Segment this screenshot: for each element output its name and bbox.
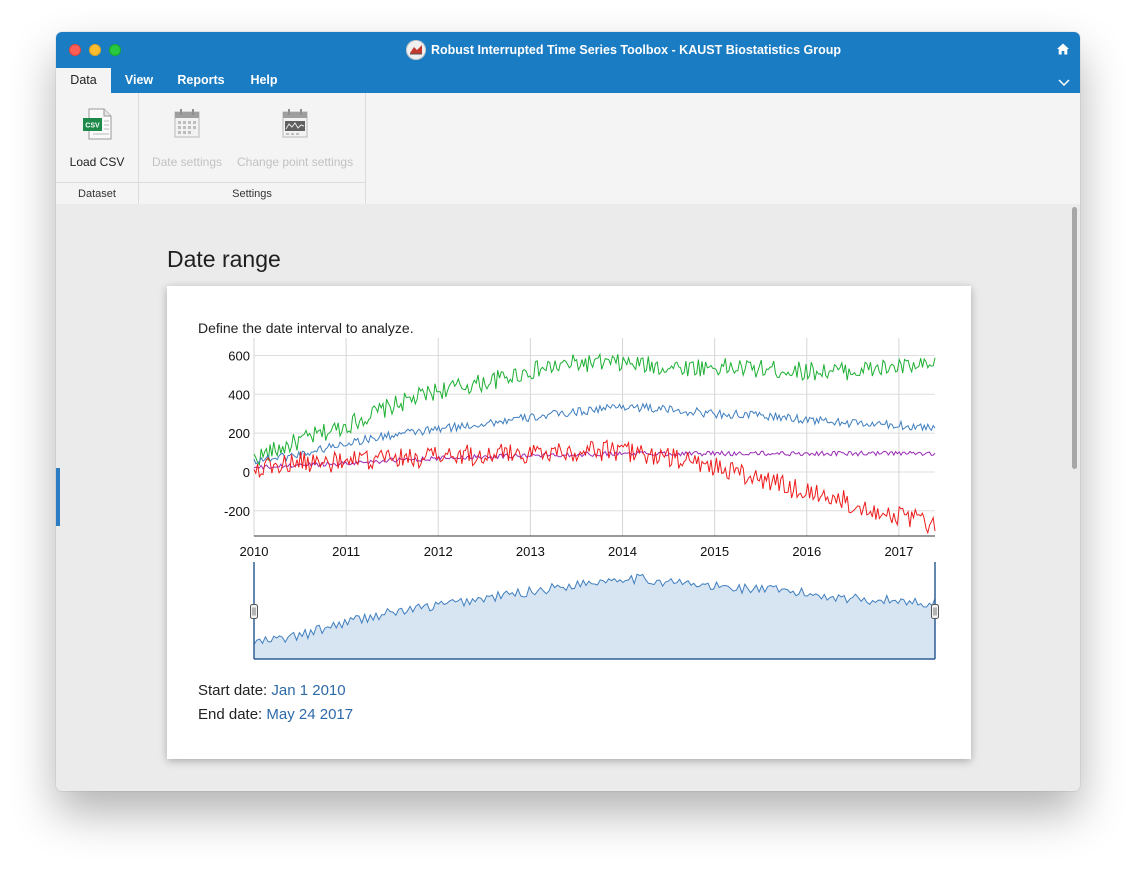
tab-reports[interactable]: Reports [173, 68, 229, 93]
tab-view[interactable]: View [114, 68, 164, 93]
collapse-ribbon-icon[interactable] [1058, 74, 1070, 87]
vertical-scrollbar[interactable] [1069, 204, 1080, 791]
end-date-label: End date: [198, 706, 263, 723]
change-point-settings-label: Change point settings [237, 155, 354, 169]
group-label-dataset: Dataset [78, 188, 116, 200]
navigator-left-handle[interactable] [250, 604, 258, 619]
start-date-value[interactable]: Jan 1 2010 [271, 682, 345, 699]
x-tick-label: 2015 [700, 544, 729, 559]
maximize-window-button[interactable] [109, 44, 121, 56]
date-settings-label: Date settings [151, 155, 223, 169]
svg-text:CSV: CSV [85, 123, 100, 130]
left-accent-bar [56, 468, 60, 526]
app-logo-icon [406, 40, 426, 60]
y-tick-label: 600 [228, 348, 250, 363]
tab-data[interactable]: Data [56, 68, 111, 93]
ribbon-divider [365, 93, 366, 204]
x-tick-label: 2016 [792, 544, 821, 559]
load-csv-button[interactable]: CSV Load CSV [66, 107, 128, 169]
y-tick-label: 400 [228, 387, 250, 402]
x-tick-label: 2010 [240, 544, 269, 559]
end-date-row: End date: May 24 2017 [198, 706, 353, 723]
section-title: Date range [167, 246, 281, 272]
scrollbar-thumb[interactable] [1072, 207, 1077, 469]
x-tick-label: 2012 [424, 544, 453, 559]
calendar-icon [174, 109, 200, 138]
home-icon[interactable] [1056, 42, 1070, 56]
group-label-settings: Settings [232, 188, 272, 200]
change-point-settings-button[interactable]: Change point settings [237, 107, 353, 169]
app-window: Robust Interrupted Time Series Toolbox -… [56, 32, 1080, 791]
x-tick-label: 2011 [332, 544, 360, 559]
y-tick-label: -200 [224, 504, 250, 519]
calendar-changepoint-icon [282, 109, 308, 138]
x-tick-label: 2017 [884, 544, 913, 559]
start-date-label: Start date: [198, 682, 268, 699]
start-date-row: Start date: Jan 1 2010 [198, 682, 346, 699]
navigator-area [254, 574, 935, 659]
y-tick-label: 0 [243, 465, 250, 480]
minimize-window-button[interactable] [89, 44, 101, 56]
series-line [253, 352, 936, 467]
x-tick-label: 2014 [608, 544, 637, 559]
navigator-right-handle[interactable] [931, 604, 939, 619]
window-title: Robust Interrupted Time Series Toolbox -… [431, 43, 841, 57]
title-bar: Robust Interrupted Time Series Toolbox -… [56, 32, 1080, 68]
y-tick-label: 200 [228, 426, 250, 441]
end-date-value[interactable]: May 24 2017 [266, 706, 353, 723]
x-tick-label: 2013 [516, 544, 545, 559]
csv-file-icon: CSV [83, 108, 112, 140]
ribbon-toolbar: CSV Load CSV Dataset Date settings Chang… [56, 93, 1080, 205]
date-range-chart[interactable]: 600 400 200 0 -200 2010 2011 2012 2013 2014 2015 20… [167, 286, 971, 686]
date-range-card: Define the date interval to analyze. 600… [167, 286, 971, 759]
menu-tabs: Data View Reports Help [56, 68, 1080, 93]
tab-help[interactable]: Help [244, 68, 284, 93]
load-csv-label: Load CSV [69, 155, 125, 169]
main-content: Date range Define the date interval to a… [56, 204, 1080, 791]
date-settings-button[interactable]: Date settings [149, 107, 225, 169]
close-window-button[interactable] [69, 44, 81, 56]
